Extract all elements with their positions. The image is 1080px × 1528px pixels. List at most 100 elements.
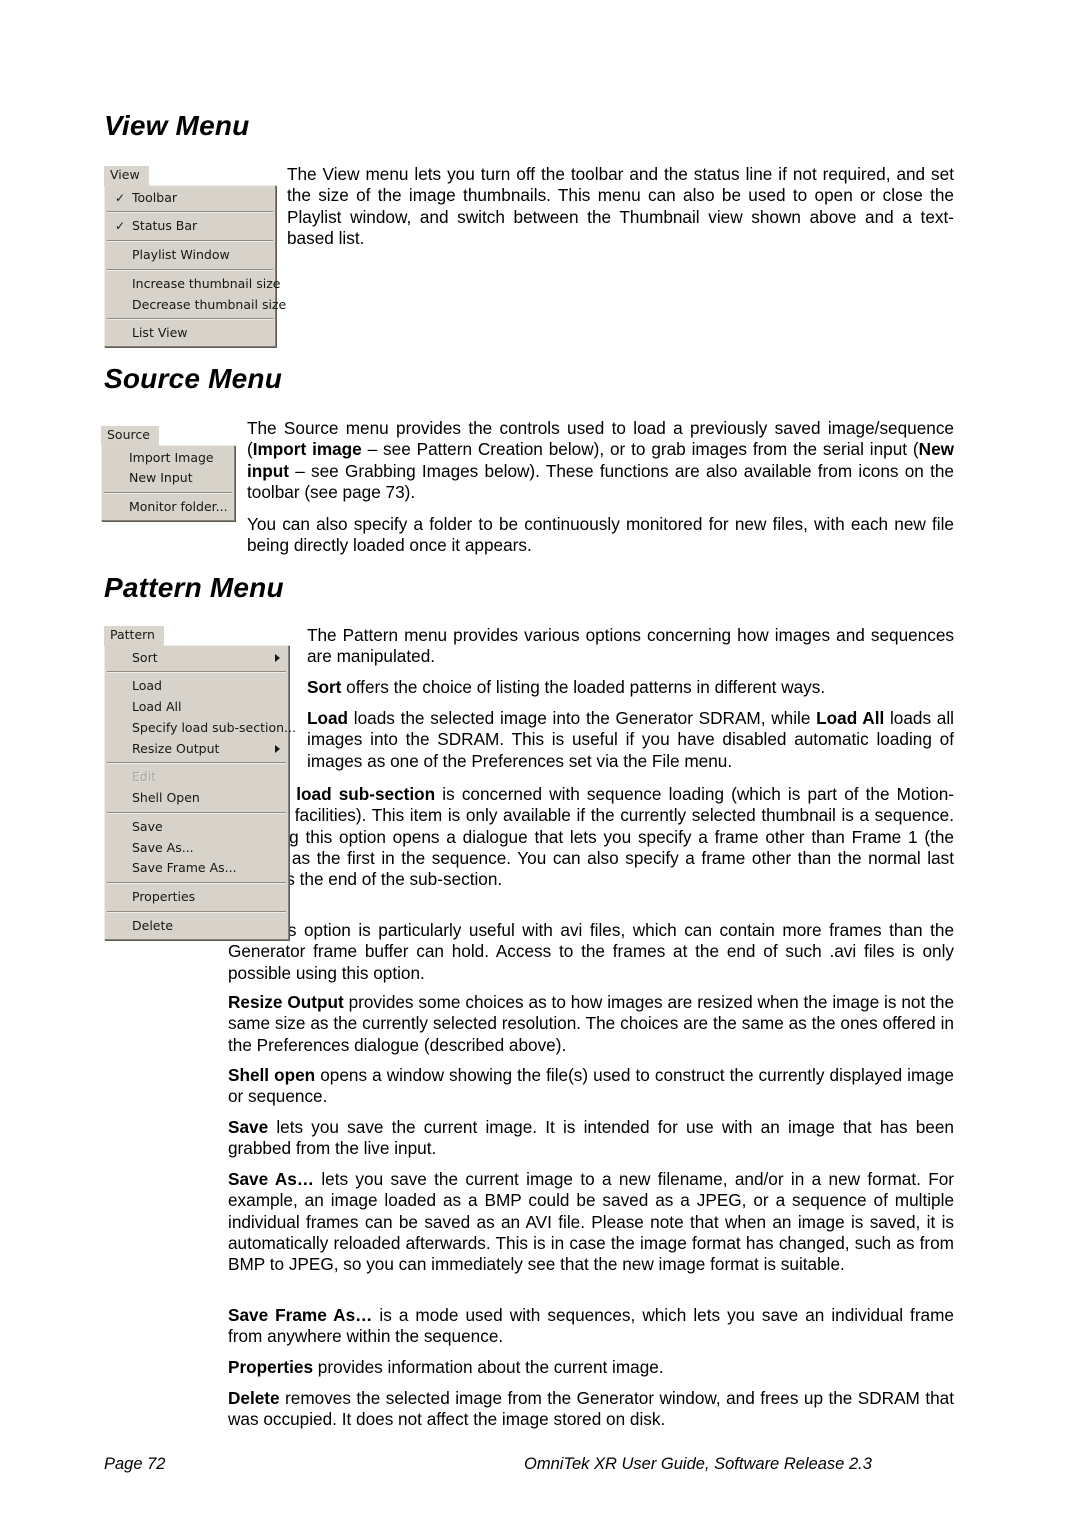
pattern-menu-body: Sort Load Load All Specify load sub-sect… [104, 644, 296, 940]
term-save: Save [228, 1117, 269, 1137]
menu-item-edit: Edit [105, 767, 288, 788]
page-title-pattern-menu: Pattern Menu [104, 572, 284, 603]
menu-item-decrease-thumbnail-size[interactable]: Decrease thumbnail size [105, 295, 286, 316]
text-run: removes the selected image from the Gene… [228, 1388, 954, 1430]
menu-item-label: Delete [132, 917, 174, 933]
paragraph-delete: Delete removes the selected image from t… [228, 1388, 954, 1431]
menu-item-increase-thumbnail-size[interactable]: Increase thumbnail size [105, 274, 280, 295]
submenu-arrow-icon [275, 653, 280, 662]
term-load-all: Load All [816, 708, 885, 728]
menu-item-properties[interactable]: Properties [105, 887, 288, 908]
paragraph-pattern-intro: The Pattern menu provides various option… [307, 625, 954, 667]
menu-item-specify-load-sub-section[interactable]: Specify load sub-section... [105, 718, 296, 739]
menu-item-status-bar[interactable]: ✓ Status Bar [105, 216, 275, 237]
menu-item-save-frame-as[interactable]: Save Frame As... [105, 858, 288, 879]
menu-item-label: Save As... [132, 839, 194, 855]
paragraph-source-menu-intro: The Source menu provides the controls us… [247, 418, 954, 503]
paragraph-load: Load loads the selected image into the G… [307, 708, 954, 772]
paragraph-save-as: Save As… lets you save the current image… [228, 1169, 954, 1275]
menu-item-label: Specify load sub-section... [132, 719, 296, 735]
menu-item-list-view[interactable]: List View [105, 323, 275, 344]
menu-separator [107, 882, 286, 884]
pattern-menu-screenshot: Pattern Sort Load Load All Specify load … [104, 626, 296, 940]
text-run: – see Grabbing Images below). These func… [247, 460, 954, 502]
menu-separator [107, 318, 273, 321]
menu-item-load[interactable]: Load [105, 676, 288, 697]
menu-separator [107, 762, 286, 765]
footer-guide-title: OmniTek XR User Guide, Software Release … [524, 1455, 872, 1473]
menu-separator [107, 910, 286, 913]
paragraph-sort: Sort offers the choice of listing the lo… [307, 677, 954, 698]
paragraph-save-frame-as: Save Frame As… is a mode used with seque… [228, 1305, 954, 1348]
menu-item-delete[interactable]: Delete [105, 916, 288, 937]
menu-tab-source[interactable]: Source [101, 426, 159, 446]
term-import-image: Import image [252, 439, 362, 460]
menu-item-label: Playlist Window [132, 247, 230, 262]
paragraph-resize-output: Resize Output provides some choices as t… [228, 992, 954, 1056]
text-run: lets you save the current image to a new… [228, 1169, 954, 1275]
menu-item-label: New Input [129, 470, 193, 486]
menu-item-label: Load All [132, 699, 182, 714]
text-run: offers the choice of listing the loaded … [341, 677, 826, 697]
menu-item-label: Sort [132, 649, 158, 665]
paragraph-specify-load-sub-section: Specify load sub-section is concerned wi… [228, 784, 954, 890]
term-properties: Properties [228, 1357, 314, 1377]
menu-separator [104, 492, 232, 494]
menu-item-resize-output[interactable]: Resize Output [105, 739, 288, 760]
menu-item-load-all[interactable]: Load All [105, 697, 288, 718]
menu-item-playlist-window[interactable]: Playlist Window [105, 245, 275, 266]
term-sort: Sort [307, 677, 342, 697]
menu-item-label: Status Bar [132, 218, 198, 234]
menu-item-label: Import Image [129, 449, 214, 465]
menu-item-label: Decrease thumbnail size [132, 296, 287, 312]
menu-item-save-as[interactable]: Save As... [105, 838, 288, 859]
menu-item-save[interactable]: Save [105, 817, 288, 838]
check-icon: ✓ [115, 219, 126, 234]
menu-item-label: Increase thumbnail size [132, 275, 281, 291]
menu-item-shell-open[interactable]: Shell Open [105, 788, 288, 809]
menu-item-label: Load [132, 678, 162, 694]
paragraph-view-menu-intro: The View menu lets you turn off the tool… [287, 164, 954, 248]
source-menu-body: Import Image New Input Monitor folder... [101, 444, 235, 521]
menu-separator [107, 268, 273, 271]
menu-tab-pattern[interactable]: Pattern [104, 626, 164, 646]
term-delete: Delete [228, 1388, 280, 1408]
view-menu-screenshot: View ✓ Toolbar ✓ Status Bar Playlist Win… [104, 166, 286, 347]
term-save-as: Save As… [228, 1169, 314, 1189]
text-run: provides information about the current i… [313, 1357, 664, 1377]
paragraph-avi-files: This option is particularly useful with … [228, 920, 954, 983]
menu-tab-view[interactable]: View [104, 166, 149, 186]
menu-item-label: Save Frame As... [132, 860, 237, 876]
menu-separator [107, 811, 286, 814]
page-title-view-menu: View Menu [104, 110, 250, 141]
menu-item-label: Resize Output [132, 740, 220, 756]
document-page: View Menu View ✓ Toolbar ✓ Status Bar Pl… [0, 0, 1080, 1528]
menu-item-import-image[interactable]: Import Image [102, 448, 234, 469]
menu-item-sort[interactable]: Sort [105, 648, 288, 669]
check-icon: ✓ [115, 190, 126, 205]
menu-item-label: Monitor folder... [129, 499, 228, 514]
paragraph-shell-open: Shell open opens a window showing the fi… [228, 1065, 954, 1108]
menu-item-label: Toolbar [132, 189, 178, 205]
page-title-source-menu: Source Menu [104, 363, 283, 394]
text-run: – see Pattern Creation below), or to gra… [361, 439, 919, 460]
paragraph-source-monitor-folder: You can also specify a folder to be cont… [247, 514, 954, 556]
menu-item-label: Edit [132, 769, 157, 785]
term-save-frame-as: Save Frame As… [228, 1305, 373, 1325]
menu-item-monitor-folder[interactable]: Monitor folder... [102, 497, 234, 518]
term-resize-output: Resize Output [228, 992, 344, 1012]
text-run: opens a window showing the file(s) used … [228, 1065, 954, 1107]
term-load: Load [307, 708, 349, 728]
term-shell-open: Shell open [228, 1065, 316, 1085]
view-menu-body: ✓ Toolbar ✓ Status Bar Playlist Window I… [104, 184, 286, 347]
menu-item-label: Save [132, 818, 163, 834]
text-run: lets you save the current image. It is i… [228, 1117, 954, 1159]
menu-separator [107, 671, 286, 674]
source-menu-screenshot: Source Import Image New Input Monitor fo… [101, 426, 235, 521]
menu-item-toolbar[interactable]: ✓ Toolbar [105, 188, 275, 209]
paragraph-properties: Properties provides information about th… [228, 1357, 954, 1378]
menu-item-label: List View [132, 325, 188, 341]
menu-item-label: Shell Open [132, 790, 200, 805]
menu-item-label: Properties [132, 889, 196, 904]
menu-item-new-input[interactable]: New Input [102, 468, 234, 489]
